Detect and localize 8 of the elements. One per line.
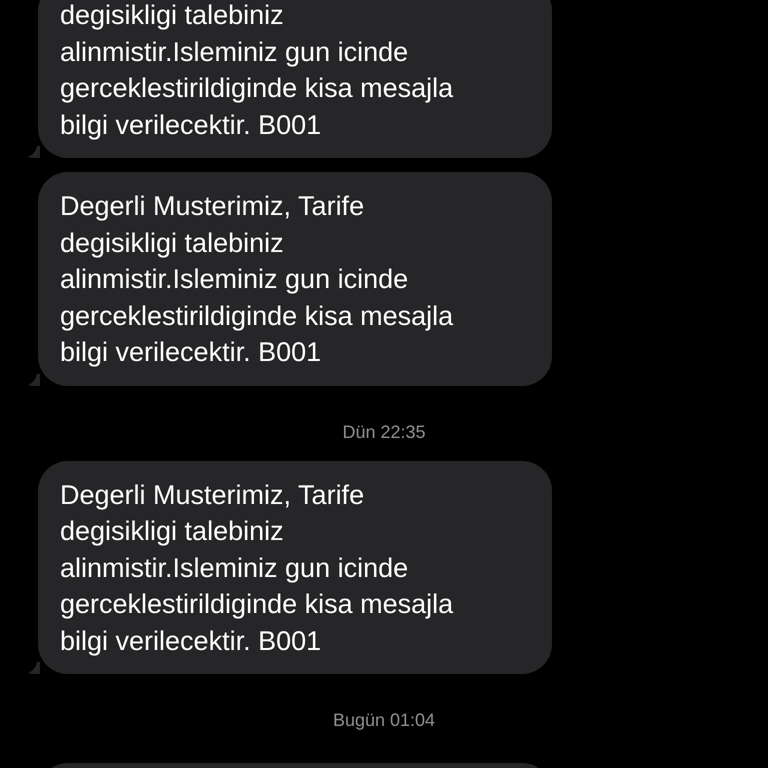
timestamp: Dün 22:35 (342, 422, 426, 442)
bubble-tail-icon (28, 662, 40, 674)
message-text: degisikligi talebiniz alinmistir.Isleminiz gun icinde gerceklestirildiginde kisa mesajla bilgi verilecektir. B001 (60, 0, 454, 140)
timestamp: Bugün 01:04 (332, 710, 436, 731)
message-text: Degerli Musterimiz, Tarife degisikligi talebiniz alinmistir.Isleminiz gun icinde gerceklestirildiginde kisa mesajla bilgi verilecektir. B001 (60, 191, 454, 367)
bubble-tail-icon (28, 374, 40, 386)
message-text: Degerli Musterimiz, Tarife degisikligi talebiniz alinmistir.Isleminiz gun icinde gerceklestirildiginde kisa mesajla bilgi verilecektir. B001 (60, 480, 454, 656)
bubble-tail-icon (28, 146, 40, 158)
